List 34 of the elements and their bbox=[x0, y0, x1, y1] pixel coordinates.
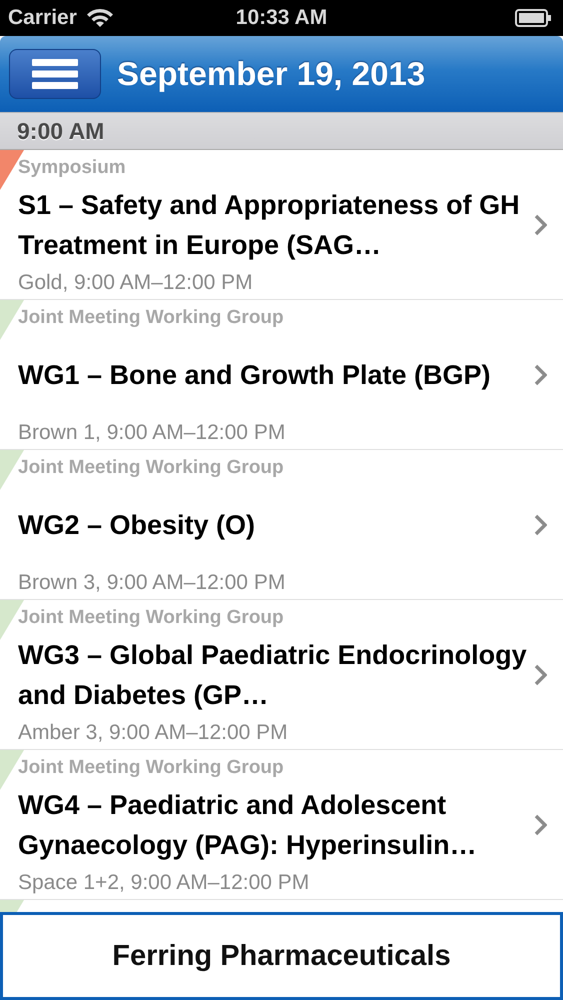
wifi-icon bbox=[86, 8, 113, 28]
session-category: Joint Meeting Working Group bbox=[18, 757, 285, 779]
battery-icon bbox=[515, 9, 551, 27]
session-location-time: Brown 3, 9:00 AM–12:00 PM bbox=[18, 571, 286, 595]
session-row[interactable]: Symposium S1 – Safety and Appropriateness of GH Treatment in Europe (SAG… Gold, 9:00 AM–12:00 PM bbox=[0, 150, 563, 300]
session-location-time: Gold, 9:00 AM–12:00 PM bbox=[18, 271, 254, 295]
session-title: WG2 – Obesity (O) bbox=[18, 509, 256, 542]
chevron-icon bbox=[534, 664, 547, 686]
chevron-icon bbox=[534, 814, 547, 836]
carrier-name: Carrier bbox=[8, 6, 77, 30]
session-row[interactable]: Joint Meeting Working Group WG4 – Paediatric and Adolescent Gynaecology (PAG): Hyperinsulin… Space 1+2, 9:00 AM–12:00 PM bbox=[0, 750, 563, 900]
session-row[interactable]: Joint Meeting Working Group WG3 – Global Paediatric Endocrinology and Diabetes (GP… Amber 3, 9:00 AM–12:00 PM bbox=[0, 600, 563, 750]
session-location-time: Amber 3, 9:00 AM–12:00 PM bbox=[18, 721, 289, 745]
session-row[interactable]: Joint Meeting Working Group WG1 – Bone and Growth Plate (BGP) Brown 1, 9:00 AM–12:00 PM bbox=[0, 300, 563, 450]
menu-icon bbox=[32, 59, 78, 89]
session-title: S1 – Safety and Appropriateness of GH Treatment in Europe (SAG… bbox=[18, 189, 521, 262]
session-location-time: Space 1+2, 9:00 AM–12:00 PM bbox=[18, 871, 310, 895]
chevron-icon bbox=[534, 214, 547, 236]
chevron-icon bbox=[534, 364, 547, 386]
session-category: Joint Meeting Working Group bbox=[18, 457, 285, 479]
clock-time: 10:33 AM bbox=[236, 6, 328, 30]
time-section-header: 9:00 AM bbox=[0, 112, 563, 150]
session-category: Joint Meeting Working Group bbox=[18, 307, 285, 329]
session-title: WG3 – Global Paediatric Endocrinology and Diabetes (GP… bbox=[18, 639, 528, 712]
session-title: WG1 – Bone and Growth Plate (BGP) bbox=[18, 359, 491, 392]
menu-button[interactable] bbox=[9, 49, 101, 99]
session-location-time: Brown 1, 9:00 AM–12:00 PM bbox=[18, 421, 286, 445]
session-title: WG4 – Paediatric and Adolescent Gynaecology (PAG): Hyperinsulin… bbox=[18, 789, 478, 862]
session-row[interactable]: Joint Meeting Working Group WG2 – Obesity (O) Brown 3, 9:00 AM–12:00 PM bbox=[0, 450, 563, 600]
session-category: Symposium bbox=[18, 157, 127, 179]
sponsor-banner[interactable]: Ferring Pharmaceuticals bbox=[0, 912, 563, 1000]
date-title: September 19, 2013 bbox=[117, 55, 426, 93]
chevron-icon bbox=[534, 514, 547, 536]
session-category: Joint Meeting Working Group bbox=[18, 607, 285, 629]
